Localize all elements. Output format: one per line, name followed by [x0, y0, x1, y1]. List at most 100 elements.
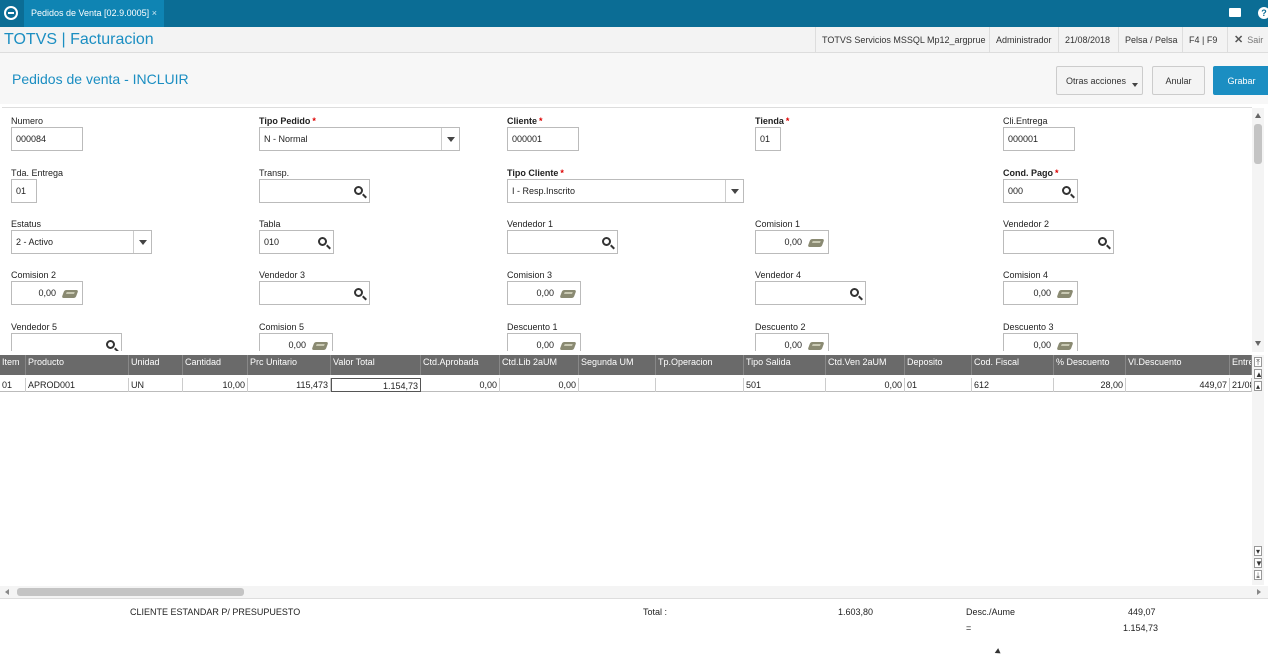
tab-pedidos-de-venta[interactable]: Pedidos de Venta [02.9.0005] × — [24, 0, 164, 27]
col-vl-descuento[interactable]: Vl.Descuento — [1126, 355, 1230, 375]
cell-item[interactable]: 01 — [0, 378, 26, 392]
numero-input[interactable]: 000084 — [11, 127, 83, 151]
col-ctd-aprobada[interactable]: Ctd.Aprobada — [421, 355, 500, 375]
descuento3-input[interactable]: 0,00 — [1003, 333, 1078, 351]
calculator-icon[interactable] — [807, 342, 825, 350]
cell-tp-operacion[interactable] — [656, 378, 744, 392]
cell-cod-fiscal[interactable]: 612 — [972, 378, 1054, 392]
scroll-down-icon[interactable] — [1255, 341, 1261, 346]
cell-tipo-salida[interactable]: 501 — [744, 378, 826, 392]
col-item[interactable]: Item — [0, 355, 26, 375]
table-row[interactable]: 01 APROD001 UN 10,00 115,473 1.154,73 0,… — [0, 378, 1252, 392]
transp-input[interactable] — [259, 179, 370, 203]
col-descuento[interactable]: % Descuento — [1054, 355, 1126, 375]
descuento1-input[interactable]: 0,00 — [507, 333, 581, 351]
tda-entrega-input[interactable]: 01 — [11, 179, 37, 203]
search-icon[interactable] — [1098, 237, 1107, 246]
grid-scrollbar[interactable]: ⤒ ▲ ▴ ▾ ▼ ⤓ — [1252, 355, 1264, 585]
col-deposito[interactable]: Deposito — [905, 355, 972, 375]
estatus-select[interactable]: 2 - Activo — [11, 230, 152, 254]
calculator-icon[interactable] — [61, 290, 79, 298]
vendedor5-input[interactable] — [11, 333, 122, 351]
search-icon[interactable] — [602, 237, 611, 246]
comision1-input[interactable]: 0,00 — [755, 230, 829, 254]
scroll-top-icon[interactable]: ⤒ — [1254, 357, 1262, 367]
scroll-up-icon[interactable] — [1255, 113, 1261, 118]
col-producto[interactable]: Producto — [26, 355, 129, 375]
calculator-icon[interactable] — [807, 239, 825, 247]
scroll-right-icon[interactable] — [1257, 589, 1261, 595]
cell-ctd-ven[interactable]: 0,00 — [826, 378, 905, 392]
search-icon[interactable] — [106, 340, 115, 349]
anular-button[interactable]: Anular — [1152, 66, 1205, 95]
scroll-up-icon[interactable]: ▲ — [1254, 369, 1263, 379]
vendedor1-input[interactable] — [507, 230, 618, 254]
search-icon[interactable] — [354, 186, 363, 195]
grabar-button[interactable]: Grabar — [1213, 66, 1268, 95]
scroll-left-icon[interactable] — [5, 589, 9, 595]
col-segunda-um[interactable]: Segunda UM — [579, 355, 656, 375]
cli-entrega-input[interactable]: 000001 — [1003, 127, 1075, 151]
mail-icon[interactable] — [1229, 8, 1241, 17]
calculator-icon[interactable] — [1056, 290, 1074, 298]
cond-pago-input[interactable]: 000 — [1003, 179, 1078, 203]
cell-ctd-aprobada[interactable]: 0,00 — [421, 378, 500, 392]
grid-horizontal-scrollbar[interactable] — [0, 586, 1268, 598]
cell-descuento[interactable]: 28,00 — [1054, 378, 1126, 392]
cell-prc-unitario[interactable]: 115,473 — [248, 378, 331, 392]
col-entrega[interactable]: Entre — [1230, 355, 1252, 375]
scroll-down-icon[interactable]: ▼ — [1254, 558, 1263, 568]
vendedor2-input[interactable] — [1003, 230, 1114, 254]
cell-ctd-lib[interactable]: 0,00 — [500, 378, 579, 392]
cell-unidad[interactable]: UN — [129, 378, 183, 392]
tipo-cliente-select[interactable]: I - Resp.Inscrito — [507, 179, 744, 203]
col-valor-total[interactable]: Valor Total — [331, 355, 421, 375]
exit-button[interactable]: ✕ Sair — [1227, 27, 1263, 53]
comision3-input[interactable]: 0,00 — [507, 281, 581, 305]
comision2-input[interactable]: 0,00 — [11, 281, 83, 305]
tab-close-icon[interactable]: × — [152, 0, 157, 27]
col-unidad[interactable]: Unidad — [129, 355, 183, 375]
calculator-icon[interactable] — [311, 342, 329, 350]
descuento2-input[interactable]: 0,00 — [755, 333, 829, 351]
otras-acciones-button[interactable]: Otras acciones — [1056, 66, 1143, 95]
search-icon[interactable] — [318, 237, 327, 246]
cell-entrega[interactable]: 21/08 — [1230, 378, 1252, 392]
scroll-up-icon[interactable]: ▴ — [1254, 381, 1262, 391]
cell-vl-descuento[interactable]: 449,07 — [1126, 378, 1230, 392]
scroll-thumb[interactable] — [17, 588, 244, 596]
totvs-logo-icon[interactable] — [4, 6, 18, 20]
tabla-input[interactable]: 010 — [259, 230, 334, 254]
col-cantidad[interactable]: Cantidad — [183, 355, 248, 375]
cliente-input[interactable]: 000001 — [507, 127, 579, 151]
search-icon[interactable] — [1062, 186, 1071, 195]
calculator-icon[interactable] — [1056, 342, 1074, 350]
cell-producto[interactable]: APROD001 — [26, 378, 129, 392]
cell-deposito[interactable]: 01 — [905, 378, 972, 392]
vendedor3-input[interactable] — [259, 281, 370, 305]
calculator-icon[interactable] — [559, 342, 577, 350]
form-scrollbar[interactable] — [1252, 108, 1264, 352]
cell-segunda-um[interactable] — [579, 378, 656, 392]
chevron-down-icon[interactable] — [133, 231, 151, 253]
tipo-pedido-select[interactable]: N - Normal — [259, 127, 460, 151]
cell-valor-total[interactable]: 1.154,73 — [331, 378, 421, 392]
col-cod-fiscal[interactable]: Cod. Fiscal — [972, 355, 1054, 375]
help-icon[interactable]: ? — [1258, 7, 1268, 19]
comision4-input[interactable]: 0,00 — [1003, 281, 1078, 305]
col-tipo-salida[interactable]: Tipo Salida — [744, 355, 826, 375]
col-prc-unitario[interactable]: Prc Unitario — [248, 355, 331, 375]
tienda-input[interactable]: 01 — [755, 127, 781, 151]
calculator-icon[interactable] — [559, 290, 577, 298]
comision5-input[interactable]: 0,00 — [259, 333, 333, 351]
chevron-down-icon[interactable] — [441, 128, 459, 150]
search-icon[interactable] — [850, 288, 859, 297]
col-ctd-lib[interactable]: Ctd.Lib 2aUM — [500, 355, 579, 375]
search-icon[interactable] — [354, 288, 363, 297]
col-tp-operacion[interactable]: Tp.Operacion — [656, 355, 744, 375]
cell-cantidad[interactable]: 10,00 — [183, 378, 248, 392]
col-ctd-ven[interactable]: Ctd.Ven 2aUM — [826, 355, 905, 375]
chevron-down-icon[interactable] — [725, 180, 743, 202]
scroll-bottom-icon[interactable]: ⤓ — [1254, 570, 1262, 580]
scroll-thumb[interactable] — [1254, 124, 1262, 164]
